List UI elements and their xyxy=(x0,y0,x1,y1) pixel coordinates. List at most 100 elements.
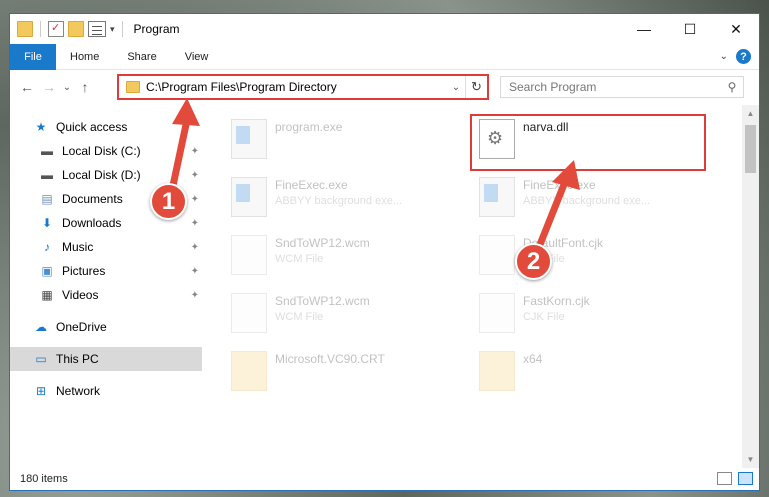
pin-icon: ✦ xyxy=(190,169,199,181)
explorer-window: ▾ Program — ☐ ✕ File Home Share View ⌄ ?… xyxy=(9,13,760,491)
file-type: CJK File xyxy=(523,311,565,323)
file-item[interactable]: program.exe xyxy=(231,117,461,169)
exe-icon xyxy=(479,177,515,217)
file-item[interactable]: DefaultFont.cjkCJK File xyxy=(479,233,709,285)
step-1-badge: 1 xyxy=(150,183,187,220)
address-dropdown-button[interactable]: ⌄ xyxy=(447,82,465,93)
forward-button[interactable]: → xyxy=(38,76,60,98)
download-icon: ⬇ xyxy=(41,216,53,230)
search-icon[interactable]: ⚲ xyxy=(721,80,743,94)
sidebar-item-label: Videos xyxy=(62,288,99,302)
file-item[interactable]: FineExec.exe ABBYY background exe... xyxy=(231,175,461,227)
status-bar: 180 items xyxy=(10,468,759,490)
tab-file[interactable]: File xyxy=(10,43,56,70)
search-input[interactable]: Search Program xyxy=(509,80,721,94)
scroll-up-icon[interactable]: ▲ xyxy=(742,105,759,122)
sidebar-item-music[interactable]: ♪ Music ✦ xyxy=(10,235,202,259)
scroll-thumb[interactable] xyxy=(745,125,756,173)
sidebar-item-label: Documents xyxy=(62,192,123,206)
file-item[interactable]: SndToWP12.wcm WCM File xyxy=(231,291,461,343)
sidebar-item-pictures[interactable]: ▣ Pictures ✦ xyxy=(10,259,202,283)
expand-ribbon-icon[interactable]: ⌄ xyxy=(720,51,728,62)
exe-icon xyxy=(231,177,267,217)
cloud-icon: ☁ xyxy=(35,320,47,334)
blank-file-icon xyxy=(231,235,267,275)
file-type: ABBYY background exe... xyxy=(523,195,650,207)
back-button[interactable]: ← xyxy=(16,76,38,98)
file-item[interactable]: FineExec.exe ABBYY background exe... xyxy=(479,175,709,227)
toolbar-separator xyxy=(40,21,41,37)
sidebar-item-this-pc[interactable]: ▭ This PC xyxy=(10,347,202,371)
help-icon[interactable]: ? xyxy=(736,49,751,64)
highlight-box xyxy=(470,114,706,171)
up-button[interactable]: ↑ xyxy=(74,76,96,98)
toolbar-separator xyxy=(121,21,123,37)
ribbon-tabs: File Home Share View ⌄ ? xyxy=(10,43,759,70)
pin-icon: ✦ xyxy=(190,217,199,229)
customize-toolbar-dropdown[interactable]: ▾ xyxy=(110,24,115,35)
ribbon-controls: ⌄ ? xyxy=(720,49,751,64)
tiles-view-icon[interactable] xyxy=(738,472,753,485)
refresh-button[interactable]: ↻ xyxy=(465,76,487,98)
videos-icon: ▦ xyxy=(41,288,53,302)
close-button[interactable]: ✕ xyxy=(713,14,759,44)
file-item[interactable]: SndToWP12.wcm WCM File xyxy=(231,233,461,285)
sidebar-item-onedrive[interactable]: ☁ OneDrive xyxy=(10,315,202,339)
sidebar-item-label: Music xyxy=(62,240,94,254)
item-count: 180 items xyxy=(20,473,68,485)
file-type: WCM File xyxy=(275,253,324,265)
file-name: Microsoft.VC90.CRT xyxy=(275,352,385,366)
navigation-bar: ← → ⌄ ↑ C:\Program Files\Program Directo… xyxy=(10,70,759,104)
view-toggle xyxy=(717,472,753,485)
sidebar-item-label: Local Disk (C:) xyxy=(62,144,141,158)
sidebar-item-label: This PC xyxy=(56,352,99,366)
tab-home[interactable]: Home xyxy=(56,44,113,70)
file-list: program.exe narva.dll FineExec.exeABBYY … xyxy=(202,105,759,468)
sidebar-item-local-disk-c[interactable]: ▬ Local Disk (C:) ✦ xyxy=(10,139,202,163)
window-title: Program xyxy=(133,22,180,36)
sidebar-item-quick-access[interactable]: ★ Quick access xyxy=(10,115,202,139)
star-icon: ★ xyxy=(35,120,47,134)
folder-icon xyxy=(479,351,515,391)
minimize-button[interactable]: — xyxy=(621,14,667,44)
sidebar-item-videos[interactable]: ▦ Videos ✦ xyxy=(10,283,202,307)
file-name: x64 xyxy=(523,352,543,366)
vertical-scrollbar[interactable]: ▲ ▼ xyxy=(742,105,759,468)
properties-icon[interactable] xyxy=(88,21,106,37)
recent-locations-button[interactable]: ⌄ xyxy=(60,76,74,98)
pin-icon: ✦ xyxy=(190,241,199,253)
tab-view[interactable]: View xyxy=(171,44,223,70)
sidebar-item-network[interactable]: ⊞ Network xyxy=(10,379,202,403)
sidebar-item-label: Quick access xyxy=(56,120,128,134)
folder-icon xyxy=(17,21,33,37)
address-bar[interactable]: C:\Program Files\Program Directory ⌄ ↻ xyxy=(117,74,489,100)
sidebar-item-label: Local Disk (D:) xyxy=(62,168,141,182)
file-item[interactable]: Microsoft.VC90.CRT xyxy=(231,349,461,401)
file-type: WCM File xyxy=(275,311,324,323)
new-folder-icon[interactable] xyxy=(68,21,84,37)
music-icon: ♪ xyxy=(44,240,50,254)
title-bar: ▾ Program — ☐ ✕ xyxy=(10,14,759,44)
file-name: FineExec.exe xyxy=(275,178,348,192)
documents-icon: ▤ xyxy=(41,192,53,206)
details-view-icon[interactable] xyxy=(717,472,732,485)
file-name: SndToWP12.wcm xyxy=(275,294,370,308)
network-icon: ⊞ xyxy=(35,384,47,398)
sidebar-item-label: Pictures xyxy=(62,264,106,278)
file-name: program.exe xyxy=(275,120,343,134)
sidebar-item-label: OneDrive xyxy=(56,320,107,334)
file-item[interactable]: x64 xyxy=(479,349,709,401)
drive-icon: ▬ xyxy=(41,168,53,182)
properties-check-icon[interactable] xyxy=(48,21,64,37)
scroll-down-icon[interactable]: ▼ xyxy=(742,451,759,468)
blank-file-icon xyxy=(479,293,515,333)
step-2-badge: 2 xyxy=(515,243,552,280)
file-name: FineExec.exe xyxy=(523,178,596,192)
address-path[interactable]: C:\Program Files\Program Directory xyxy=(146,80,447,94)
file-name: SndToWP12.wcm xyxy=(275,236,370,250)
tab-share[interactable]: Share xyxy=(113,44,170,70)
file-item[interactable]: FastKorn.cjk CJK File xyxy=(479,291,709,343)
search-box[interactable]: Search Program ⚲ xyxy=(500,76,744,98)
maximize-button[interactable]: ☐ xyxy=(667,14,713,44)
